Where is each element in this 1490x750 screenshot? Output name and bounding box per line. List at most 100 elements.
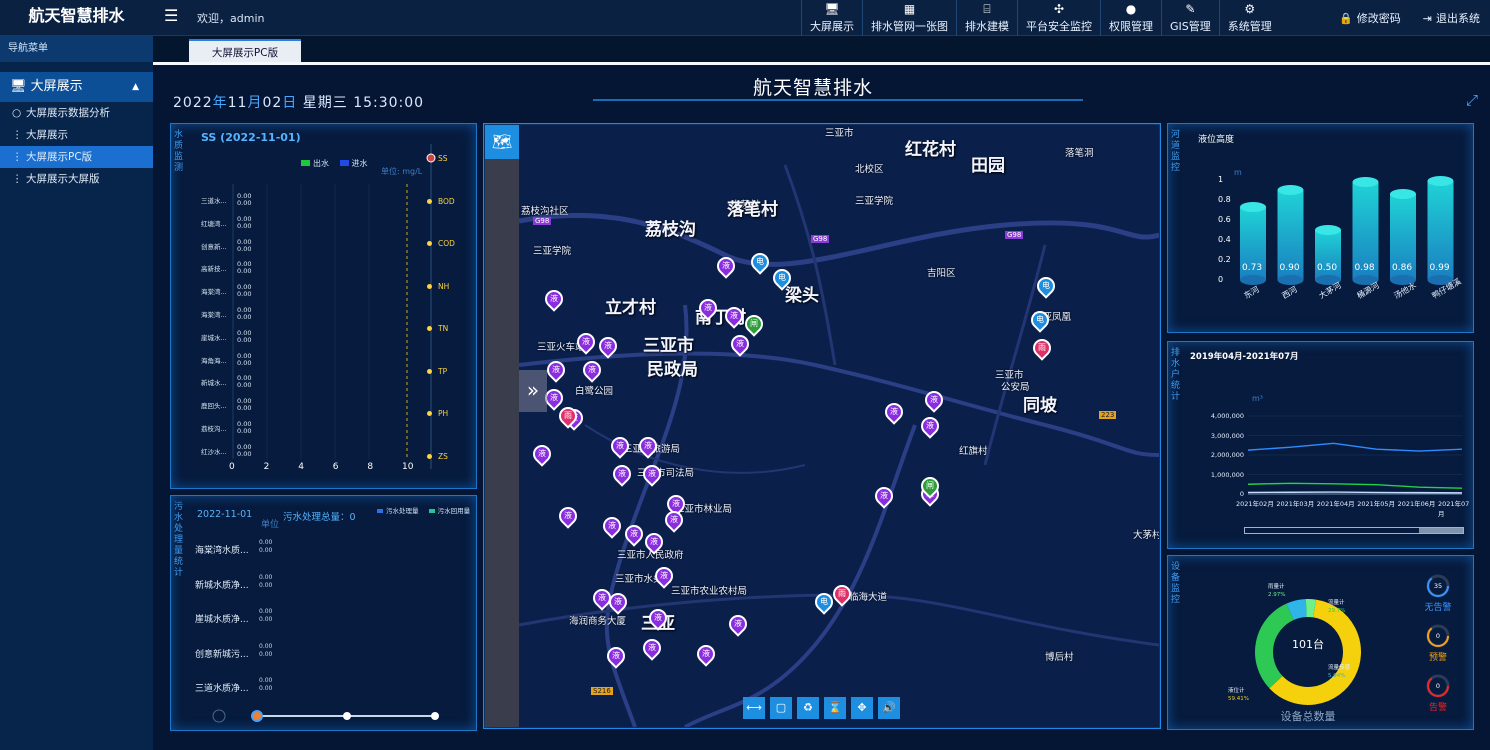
power-pin-icon-glyph: 电 (820, 597, 828, 606)
sidebar-item-1[interactable]: ⋮ 大屏展示 (0, 124, 153, 146)
map-place-label: 博后村 (1045, 652, 1074, 663)
level-sensor-pin-icon-glyph: 液 (616, 441, 624, 450)
map-toolbar: ⟷ ▢ ♻ ⌛ ✥ 🔊 (743, 697, 900, 719)
nav-item-label: 排水管网一张图 (871, 19, 948, 33)
level-sensor-pin-icon-glyph: 液 (630, 529, 638, 538)
rain-gauge-pin-icon-glyph: 雨 (838, 589, 846, 598)
full-extent-icon[interactable]: ✥ (851, 697, 873, 719)
param-selector-1[interactable]: BOD (427, 197, 455, 206)
nav-item-4[interactable]: ● 权限管理 (1100, 0, 1161, 36)
param-dot (427, 411, 432, 416)
top-bar: 航天智慧排水 ☰ 欢迎，admin 🖥 大屏展示 ▦ 排水管网一张图 ⌸ 排水建模 ✣ 平台安… (0, 0, 1490, 36)
param-dot (427, 283, 432, 289)
nav-item-0[interactable]: 🖥 大屏展示 (801, 0, 862, 36)
level-sensor-pin-icon-glyph: 液 (650, 537, 658, 546)
level-y-tick: 0 (1218, 275, 1224, 284)
drain-line-chart (1247, 415, 1463, 495)
user-icon: ● (1125, 1, 1137, 16)
param-label: ZS (438, 451, 448, 461)
clear-icon[interactable]: ⌛ (824, 697, 846, 719)
device-slice-percent: 2.97% (1268, 592, 1286, 598)
water-quality-x-tick: 2 (263, 462, 270, 472)
nav-item-1[interactable]: ▦ 排水管网一张图 (862, 0, 956, 36)
water-quality-x-tick: 8 (367, 462, 374, 472)
drain-x-tick: 2021年04月 (1316, 500, 1355, 508)
level-sensor-pin-icon-glyph: 液 (564, 511, 572, 520)
param-dot (427, 368, 432, 374)
alarm-label: 告警 (1428, 703, 1447, 713)
water-quality-x-tick: 4 (298, 462, 304, 472)
param-label: NH (438, 281, 450, 291)
refresh-icon[interactable]: ♻ (797, 697, 819, 719)
map-district-label: 民政局 (647, 360, 698, 380)
device-pie-slice (1286, 599, 1307, 621)
measure-area-icon[interactable]: ▢ (770, 697, 792, 719)
sidebar-item-2[interactable]: ⋮ 大屏展示PC版 (0, 146, 153, 168)
level-y-tick: 1 (1218, 175, 1224, 184)
sidebar-item-label: 大屏展示数据分析 (26, 107, 110, 119)
expand-panel-icon[interactable]: » (519, 370, 547, 412)
param-selector-5[interactable]: TP (427, 367, 447, 376)
level-sensor-pin-icon-glyph: 液 (648, 643, 656, 652)
tab-dashboard-pc[interactable]: 大屏展示PC版 (189, 39, 301, 63)
level-sensor-pin-icon-glyph: 液 (722, 261, 730, 270)
page-title: 航天智慧排水 (753, 77, 874, 99)
device-total: 101台 (1292, 638, 1324, 651)
model-icon: ⌸ (983, 1, 991, 16)
device-slice-name: 流量传感 (1328, 665, 1351, 671)
nav-item-3[interactable]: ✣ 平台安全监控 (1017, 0, 1100, 36)
level-sensor-pin-icon-glyph: 液 (736, 339, 744, 348)
nav-item-6[interactable]: ⚙ 系统管理 (1218, 0, 1280, 36)
map-district-label: 同坡 (1023, 396, 1057, 416)
drain-series-line (1247, 442, 1463, 452)
level-sensor-pin-icon-glyph: 液 (588, 365, 596, 374)
level-bar-value: 0.73 (1242, 263, 1263, 273)
nav-item-label: GIS管理 (1170, 19, 1211, 33)
map-place-label: 荔枝沟社区 (521, 206, 569, 217)
level-sensor-pin-icon-glyph: 液 (598, 593, 606, 602)
measure-distance-icon[interactable]: ⟷ (743, 697, 765, 719)
param-selector-3[interactable]: NH (427, 282, 449, 291)
param-selector-7[interactable]: ZS (427, 452, 448, 461)
level-sensor-pin-icon-glyph: 液 (672, 499, 680, 508)
map-place-label: 红旗村 (959, 446, 988, 457)
level-sensor-pin-icon-glyph: 液 (930, 395, 938, 404)
change-password-link[interactable]: 🔒 修改密码 (1339, 10, 1401, 26)
param-selector-0[interactable]: SS (427, 154, 448, 163)
nav-item-2[interactable]: ⌸ 排水建模 (956, 0, 1017, 36)
sidebar-item-3[interactable]: ⋮ 大屏展示大屏版 (0, 168, 153, 190)
logout-link[interactable]: ⇥ 退出系统 (1423, 10, 1480, 26)
drain-zoom-handle[interactable] (1419, 528, 1463, 533)
map-layer-icon[interactable]: 🗺 (485, 125, 519, 159)
fullscreen-icon[interactable]: ⤢ (1466, 91, 1478, 109)
dashboard-main: 航天智慧排水 2022年11月02日 星期三 15:30:00 ⤢ 水质监测 S… (153, 65, 1490, 750)
sidebar-header: 导航菜单 (0, 36, 153, 62)
drain-zoom-slider[interactable] (1244, 527, 1464, 534)
sound-icon[interactable]: 🔊 (878, 697, 900, 719)
param-label: PH (438, 409, 449, 418)
level-bar-chart (1240, 176, 1454, 285)
level-bar-base (1240, 275, 1266, 285)
road-badge: S216 (591, 687, 613, 695)
level-sensor-pin-icon-glyph: 液 (660, 571, 668, 580)
sidebar-group-dashboard[interactable]: 🖥 大屏展示 ▲ (0, 72, 153, 102)
param-selector-2[interactable]: COD (427, 239, 455, 248)
level-sensor-pin-icon-glyph: 液 (604, 341, 612, 350)
nav-item-5[interactable]: ✎ GIS管理 (1161, 0, 1219, 36)
menu-toggle-icon[interactable]: ☰ (164, 6, 178, 25)
map-place-label: 北校区 (855, 164, 884, 175)
param-selector-6[interactable]: PH (427, 409, 448, 418)
tab-strip: 大屏展示PC版 (153, 36, 1490, 64)
sidebar-item-0[interactable]: ○ 大屏展示数据分析 (0, 102, 153, 124)
sewage-panel: 污水处理量统计 2022-11-01 污水处理总量：0 单位 污水处理量 污水回… (170, 495, 477, 731)
drain-x-tick: 2021年02月 (1236, 500, 1274, 508)
power-pin-icon-glyph: 电 (1042, 281, 1050, 290)
drain-x-tick: 2021年03月 (1276, 500, 1315, 508)
map-view[interactable]: 荔枝沟社区 三亚学院 三亚火车站 白鹭公园 三亚市 北校区 三亚学院 大茅村 吉阳区 三亚凤凰 三亚… (485, 125, 1159, 727)
param-label: COD (438, 239, 455, 248)
level-y-tick: 0.2 (1218, 255, 1231, 264)
water-quality-panel: 水质监测 SS (2022-11-01) 出水 进水 单位: mg/L 三道水.… (170, 123, 477, 489)
lock-icon: 🔒 (1339, 12, 1353, 25)
param-selector-4[interactable]: TN (427, 324, 448, 333)
map-place-label: 三亚学院 (533, 246, 572, 257)
